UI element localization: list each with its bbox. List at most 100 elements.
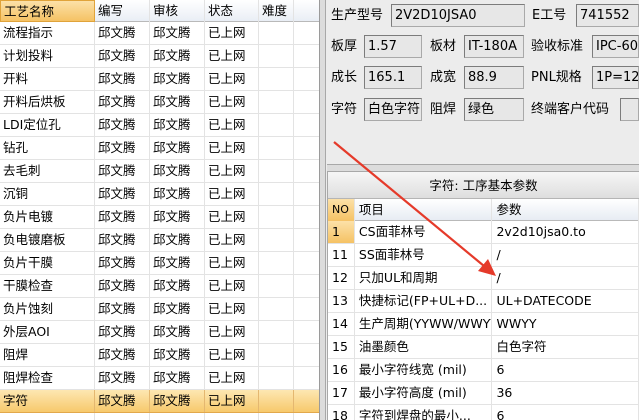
cell-status[interactable]: 已上网 <box>205 275 259 297</box>
cell-difficulty[interactable] <box>259 298 294 320</box>
cell-difficulty[interactable] <box>259 137 294 159</box>
cell-process-name[interactable]: 开料 <box>0 68 95 90</box>
cell-item[interactable]: SS面菲林号 <box>355 244 493 266</box>
table-row[interactable]: 12 只加UL和周期 / <box>328 267 639 290</box>
table-row[interactable]: 1 CS面菲林号 2v2d10jsa0.to <box>328 221 639 244</box>
pnl-field[interactable]: 1P=12 <box>592 66 639 89</box>
cell-value[interactable]: 6 <box>492 405 639 420</box>
cell-status[interactable] <box>205 413 259 420</box>
cell-reviewer[interactable] <box>150 413 205 420</box>
cell-reviewer[interactable]: 邱文腾 <box>150 390 205 412</box>
cell-reviewer[interactable]: 邱文腾 <box>150 137 205 159</box>
char-field[interactable]: 白色字符 <box>364 98 422 121</box>
table-row[interactable]: 13 快捷标记(FP+UL+D... UL+DATECODE <box>328 290 639 313</box>
cell-reviewer[interactable]: 邱文腾 <box>150 344 205 366</box>
cell-reviewer[interactable]: 邱文腾 <box>150 114 205 136</box>
cell-no[interactable]: 18 <box>328 405 355 420</box>
cell-difficulty[interactable] <box>259 22 294 44</box>
material-field[interactable]: IT-180A <box>464 35 524 58</box>
table-row[interactable]: LDI定位孔 邱文腾 邱文腾 已上网 <box>0 114 319 137</box>
cell-difficulty[interactable] <box>259 68 294 90</box>
cell-item[interactable]: 字符到焊盘的最小... <box>355 405 493 420</box>
cell-value[interactable]: / <box>492 267 639 289</box>
table-row[interactable]: 字符 邱文腾 邱文腾 已上网 <box>0 390 319 413</box>
cell-item[interactable]: 最小字符线宽 (mil) <box>355 359 493 381</box>
cell-status[interactable]: 已上网 <box>205 68 259 90</box>
table-row[interactable]: 去毛刺 邱文腾 邱文腾 已上网 <box>0 160 319 183</box>
table-row[interactable]: 开料 邱文腾 邱文腾 已上网 <box>0 68 319 91</box>
cell-no[interactable]: 13 <box>328 290 355 312</box>
cell-difficulty[interactable] <box>259 275 294 297</box>
cell-status[interactable]: 已上网 <box>205 160 259 182</box>
cell-difficulty[interactable] <box>259 229 294 251</box>
table-row[interactable]: 阻焊检查 邱文腾 邱文腾 已上网 <box>0 367 319 390</box>
cell-status[interactable]: 已上网 <box>205 390 259 412</box>
cell-author[interactable]: 邱文腾 <box>95 367 150 389</box>
cell-process-name[interactable]: 字符 <box>0 390 95 412</box>
cell-difficulty[interactable] <box>259 206 294 228</box>
cell-author[interactable]: 邱文腾 <box>95 137 150 159</box>
cell-author[interactable]: 邱文腾 <box>95 183 150 205</box>
cell-process-name[interactable]: 计划投料 <box>0 45 95 67</box>
cell-author[interactable]: 邱文腾 <box>95 321 150 343</box>
cell-no[interactable]: 17 <box>328 382 355 404</box>
cell-value[interactable]: WWYY <box>492 313 639 335</box>
cell-author[interactable]: 邱文腾 <box>95 275 150 297</box>
cell-reviewer[interactable]: 邱文腾 <box>150 229 205 251</box>
cell-reviewer[interactable]: 邱文腾 <box>150 275 205 297</box>
header-item[interactable]: 项目 <box>355 199 493 221</box>
cell-reviewer[interactable]: 邱文腾 <box>150 45 205 67</box>
cell-author[interactable]: 邱文腾 <box>95 114 150 136</box>
cell-difficulty[interactable] <box>259 321 294 343</box>
table-row[interactable]: 14 生产周期(YYWW/WWYY) WWYY <box>328 313 639 336</box>
customer-field[interactable] <box>620 98 639 121</box>
cell-status[interactable]: 已上网 <box>205 367 259 389</box>
cell-difficulty[interactable] <box>259 114 294 136</box>
cell-reviewer[interactable]: 邱文腾 <box>150 298 205 320</box>
cell-difficulty[interactable] <box>259 183 294 205</box>
cell-difficulty[interactable] <box>259 367 294 389</box>
cell-reviewer[interactable]: 邱文腾 <box>150 22 205 44</box>
table-row[interactable]: 16 最小字符线宽 (mil) 6 <box>328 359 639 382</box>
cell-value[interactable]: UL+DATECODE <box>492 290 639 312</box>
cell-item[interactable]: 最小字符高度 (mil) <box>355 382 493 404</box>
cell-process-name[interactable] <box>0 413 95 420</box>
cell-process-name[interactable]: 负电镀磨板 <box>0 229 95 251</box>
cell-reviewer[interactable]: 邱文腾 <box>150 91 205 113</box>
cell-difficulty[interactable] <box>259 160 294 182</box>
cell-author[interactable]: 邱文腾 <box>95 68 150 90</box>
cell-difficulty[interactable] <box>259 344 294 366</box>
cell-process-name[interactable]: 负片干膜 <box>0 252 95 274</box>
cell-status[interactable]: 已上网 <box>205 252 259 274</box>
cell-value[interactable]: 6 <box>492 359 639 381</box>
cell-author[interactable]: 邱文腾 <box>95 344 150 366</box>
cell-author[interactable]: 邱文腾 <box>95 229 150 251</box>
cell-reviewer[interactable]: 邱文腾 <box>150 206 205 228</box>
table-row[interactable]: 负片蚀刻 邱文腾 邱文腾 已上网 <box>0 298 319 321</box>
cell-status[interactable]: 已上网 <box>205 206 259 228</box>
cell-status[interactable]: 已上网 <box>205 344 259 366</box>
table-row[interactable]: 干膜检查 邱文腾 邱文腾 已上网 <box>0 275 319 298</box>
cell-process-name[interactable]: 沉铜 <box>0 183 95 205</box>
cell-author[interactable] <box>95 413 150 420</box>
cell-process-name[interactable]: 阻焊检查 <box>0 367 95 389</box>
cell-process-name[interactable]: 负片电镀 <box>0 206 95 228</box>
length-field[interactable]: 165.1 <box>364 66 422 89</box>
width-field[interactable]: 88.9 <box>464 66 524 89</box>
table-row[interactable]: 钻孔 邱文腾 邱文腾 已上网 <box>0 137 319 160</box>
cell-item[interactable]: 只加UL和周期 <box>355 267 493 289</box>
cell-item[interactable]: 生产周期(YYWW/WWYY) <box>355 313 493 335</box>
cell-difficulty[interactable] <box>259 45 294 67</box>
cell-author[interactable]: 邱文腾 <box>95 22 150 44</box>
horizontal-splitter[interactable] <box>327 164 639 172</box>
cell-reviewer[interactable]: 邱文腾 <box>150 367 205 389</box>
cell-item[interactable]: 油墨颜色 <box>355 336 493 358</box>
cell-process-name[interactable]: 阻焊 <box>0 344 95 366</box>
table-row[interactable]: 负电镀磨板 邱文腾 邱文腾 已上网 <box>0 229 319 252</box>
cell-author[interactable]: 邱文腾 <box>95 45 150 67</box>
standard-field[interactable]: IPC-60 <box>592 35 639 58</box>
cell-reviewer[interactable]: 邱文腾 <box>150 321 205 343</box>
cell-process-name[interactable]: 负片蚀刻 <box>0 298 95 320</box>
cell-difficulty[interactable] <box>259 252 294 274</box>
cell-no[interactable]: 15 <box>328 336 355 358</box>
